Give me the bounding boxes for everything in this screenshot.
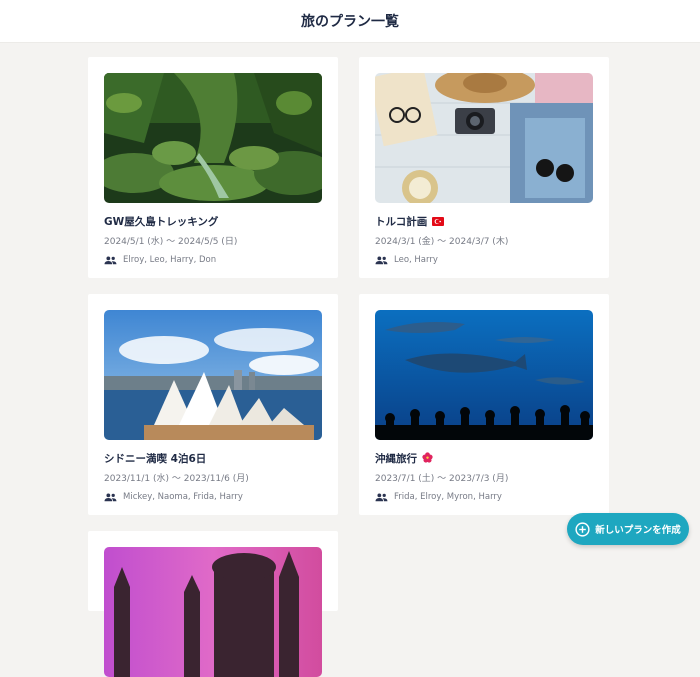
plan-members: Leo, Harry	[375, 255, 593, 265]
plan-title: トルコ計画	[375, 214, 593, 229]
forest-image	[104, 73, 322, 203]
turkey-flag-icon	[431, 217, 444, 226]
temple-sunset-image	[104, 547, 322, 677]
plan-card[interactable]: 沖縄旅行 2023/7/1 (土) 〜 2023/7/3 (月) Frida, …	[359, 294, 609, 515]
page-title: 旅のプラン一覧	[301, 14, 399, 30]
people-icon	[104, 255, 117, 264]
plan-title: シドニー満喫 4泊6日	[104, 453, 207, 465]
aquarium-image	[375, 310, 593, 440]
plan-title: 沖縄旅行	[375, 451, 593, 466]
plan-dates: 2024/3/1 (金) 〜 2024/3/7 (木)	[375, 237, 509, 247]
app-header: 旅のプラン一覧	[0, 0, 700, 43]
plan-dates: 2023/7/1 (土) 〜 2023/7/3 (月)	[375, 474, 509, 484]
plan-dates: 2023/11/1 (水) 〜 2023/11/6 (月)	[104, 474, 249, 484]
plan-title: GW屋久島トレッキング	[104, 216, 219, 228]
people-icon	[375, 255, 388, 264]
hibiscus-icon	[422, 452, 433, 463]
people-icon	[375, 492, 388, 501]
plan-members: Mickey, Naoma, Frida, Harry	[104, 492, 322, 502]
plus-circle-icon	[575, 521, 590, 537]
plan-grid: GW屋久島トレッキング 2024/5/1 (水) 〜 2024/5/5 (日) …	[88, 57, 610, 677]
sydney-opera-image	[104, 310, 322, 440]
plan-thumbnail-travel[interactable]	[375, 73, 593, 203]
plan-thumbnail-forest[interactable]	[104, 73, 322, 203]
create-plan-label: 新しいプランを作成	[595, 525, 681, 536]
plan-card[interactable]: シドニー満喫 4泊6日 2023/11/1 (水) 〜 2023/11/6 (月…	[88, 294, 338, 515]
plan-card[interactable]: GW屋久島トレッキング 2024/5/1 (水) 〜 2024/5/5 (日) …	[88, 57, 338, 278]
plan-thumbnail-aquarium[interactable]	[375, 310, 593, 440]
plan-dates: 2024/5/1 (水) 〜 2024/5/5 (日)	[104, 237, 238, 247]
plan-card[interactable]: トルコ計画 2024/3/1 (金) 〜 2024/3/7 (木) Leo, H…	[359, 57, 609, 278]
people-icon	[104, 492, 117, 501]
plan-card[interactable]	[88, 531, 338, 677]
plan-thumbnail-sydney[interactable]	[104, 310, 322, 440]
plan-thumbnail-temple[interactable]	[104, 547, 322, 677]
plan-members: Frida, Elroy, Myron, Harry	[375, 492, 593, 502]
travel-flatlay-image	[375, 73, 593, 203]
create-plan-button[interactable]: 新しいプランを作成	[567, 513, 689, 545]
plan-members: Elroy, Leo, Harry, Don	[104, 255, 322, 265]
